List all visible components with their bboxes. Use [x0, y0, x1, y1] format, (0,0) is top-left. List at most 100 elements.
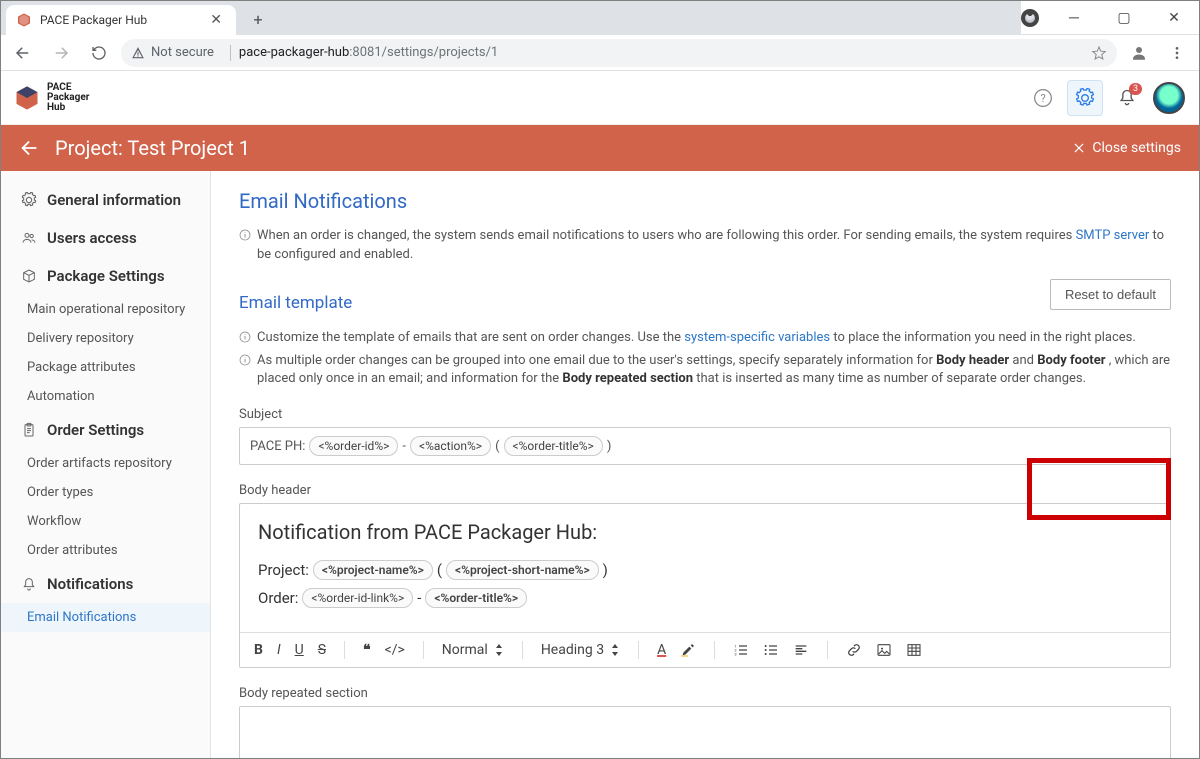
sidebar-item-automation[interactable]: Automation [1, 382, 210, 411]
not-secure-label: Not secure [151, 45, 214, 60]
settings-icon[interactable] [1067, 80, 1103, 116]
page-title: Email Notifications [239, 189, 1171, 213]
url-path: :8081/settings/projects/1 [349, 45, 498, 60]
code-icon[interactable]: </> [385, 642, 405, 658]
smtp-link[interactable]: SMTP server [1076, 228, 1150, 243]
project-back-icon[interactable] [19, 137, 41, 159]
users-icon [21, 230, 37, 246]
bookmark-star-icon[interactable] [1091, 45, 1107, 61]
profile-icon[interactable] [1123, 37, 1155, 69]
clipboard-icon [21, 422, 37, 438]
updown-icon [610, 644, 620, 656]
nav-reload-icon[interactable] [83, 37, 115, 69]
logo-text-1: PACE [47, 83, 89, 93]
chip-action[interactable]: <%action%> [410, 436, 491, 456]
strike-icon[interactable]: S [318, 642, 326, 658]
chip-project-short[interactable]: <%project-short-name%> [446, 560, 599, 580]
template-desc-1: Customize the template of emails that ar… [239, 329, 1171, 348]
tab-strip: PACE Packager Hub ✕ + [1, 1, 1021, 35]
quote-icon[interactable]: ❝ [363, 642, 371, 658]
highlight-icon[interactable] [680, 642, 696, 658]
editor-title: Notification from PACE Packager Hub: [258, 520, 1152, 544]
window-maximize[interactable]: ▢ [1099, 1, 1149, 34]
info-icon [239, 229, 251, 241]
logo-text-3: Hub [47, 103, 89, 113]
svg-text:3: 3 [735, 652, 737, 657]
info-icon [239, 331, 251, 343]
sidebar-item-order-types[interactable]: Order types [1, 478, 210, 507]
body-header-editor[interactable]: Notification from PACE Packager Hub: Pro… [239, 503, 1171, 668]
sidebar-item-main-repo[interactable]: Main operational repository [1, 295, 210, 324]
body-repeated-label: Body repeated section [239, 686, 1171, 701]
logo-icon [13, 84, 41, 112]
sidebar-users[interactable]: Users access [1, 219, 210, 257]
browser-menu-icon[interactable] [1161, 37, 1193, 69]
nav-forward-icon [45, 37, 77, 69]
reset-default-button[interactable]: Reset to default [1050, 279, 1171, 310]
settings-sidebar: General information Users access Package… [1, 171, 211, 758]
list-ordered-icon[interactable]: 123 [733, 642, 749, 658]
tab-close-icon[interactable]: ✕ [206, 12, 226, 28]
chip-order-title-2[interactable]: <%order-title%> [425, 588, 527, 608]
align-icon[interactable] [793, 642, 809, 658]
sidebar-notifications[interactable]: Notifications [1, 565, 210, 603]
not-secure-icon [131, 46, 145, 60]
logo-text-2: Packager [47, 93, 89, 103]
variables-link[interactable]: system-specific variables [684, 330, 830, 345]
account-icon[interactable] [1021, 9, 1039, 27]
sidebar-item-order-repo[interactable]: Order artifacts repository [1, 449, 210, 478]
app-logo[interactable]: PACE Packager Hub [13, 83, 89, 113]
sidebar-item-package-attrs[interactable]: Package attributes [1, 353, 210, 382]
user-avatar[interactable] [1151, 80, 1187, 116]
sidebar-package[interactable]: Package Settings [1, 257, 210, 295]
italic-icon[interactable]: I [277, 642, 281, 658]
gear-icon [21, 192, 37, 208]
notifications-icon[interactable]: 3 [1109, 80, 1145, 116]
close-settings-button[interactable]: Close settings [1072, 140, 1181, 156]
chip-order-title[interactable]: <%order-title%> [504, 436, 603, 456]
help-icon[interactable]: ? [1025, 80, 1061, 116]
nav-back-icon[interactable] [7, 37, 39, 69]
format-select[interactable]: Normal [442, 642, 504, 658]
text-color-icon[interactable]: A [657, 642, 666, 658]
updown-icon [494, 644, 504, 656]
new-tab-button[interactable]: + [244, 5, 272, 33]
project-title: Project: Test Project 1 [55, 136, 250, 160]
url-host: pace-packager-hub [239, 45, 349, 60]
sidebar-item-order-attrs[interactable]: Order attributes [1, 536, 210, 565]
subject-input[interactable]: PACE PH: <%order-id%> - <%action%> ( <%o… [239, 427, 1171, 465]
body-header-label: Body header [239, 483, 1171, 498]
chip-project-name[interactable]: <%project-name%> [313, 560, 433, 580]
heading-select[interactable]: Heading 3 [541, 642, 620, 658]
subject-label: Subject [239, 407, 1171, 422]
window-close[interactable]: ✕ [1149, 1, 1199, 34]
template-desc-2: As multiple order changes can be grouped… [239, 352, 1171, 390]
browser-tab[interactable]: PACE Packager Hub ✕ [6, 5, 236, 35]
chip-order-id[interactable]: <%order-id%> [309, 436, 398, 456]
sidebar-item-delivery-repo[interactable]: Delivery repository [1, 324, 210, 353]
editor-toolbar: B I U S ❝ </> [240, 632, 1170, 667]
link-icon[interactable] [846, 642, 862, 658]
project-bar: Project: Test Project 1 Close settings [1, 125, 1199, 171]
chip-order-id-link[interactable]: <%order-id-link%> [302, 588, 413, 608]
tabstrip-status [1021, 1, 1049, 34]
bell-icon [21, 576, 37, 592]
favicon-icon [16, 12, 32, 28]
sidebar-item-email-notif[interactable]: Email Notifications [1, 603, 210, 632]
sidebar-item-workflow[interactable]: Workflow [1, 507, 210, 536]
address-bar: Not secure pace-packager-hub :8081/setti… [1, 35, 1199, 71]
titlebar: PACE Packager Hub ✕ + ─ ▢ ✕ [1, 1, 1199, 35]
omnibox[interactable]: Not secure pace-packager-hub :8081/setti… [121, 39, 1117, 67]
content-scroll[interactable]: Email Notifications When an order is cha… [211, 171, 1199, 758]
sidebar-general[interactable]: General information [1, 181, 210, 219]
underline-icon[interactable]: U [295, 642, 304, 658]
package-icon [21, 268, 37, 284]
template-section-title: Email template [239, 293, 352, 313]
sidebar-order[interactable]: Order Settings [1, 411, 210, 449]
list-bullet-icon[interactable] [763, 642, 779, 658]
bold-icon[interactable]: B [254, 642, 263, 658]
table-icon[interactable] [906, 642, 922, 658]
image-icon[interactable] [876, 642, 892, 658]
window-minimize[interactable]: ─ [1049, 1, 1099, 34]
body-repeated-editor[interactable] [239, 706, 1171, 758]
